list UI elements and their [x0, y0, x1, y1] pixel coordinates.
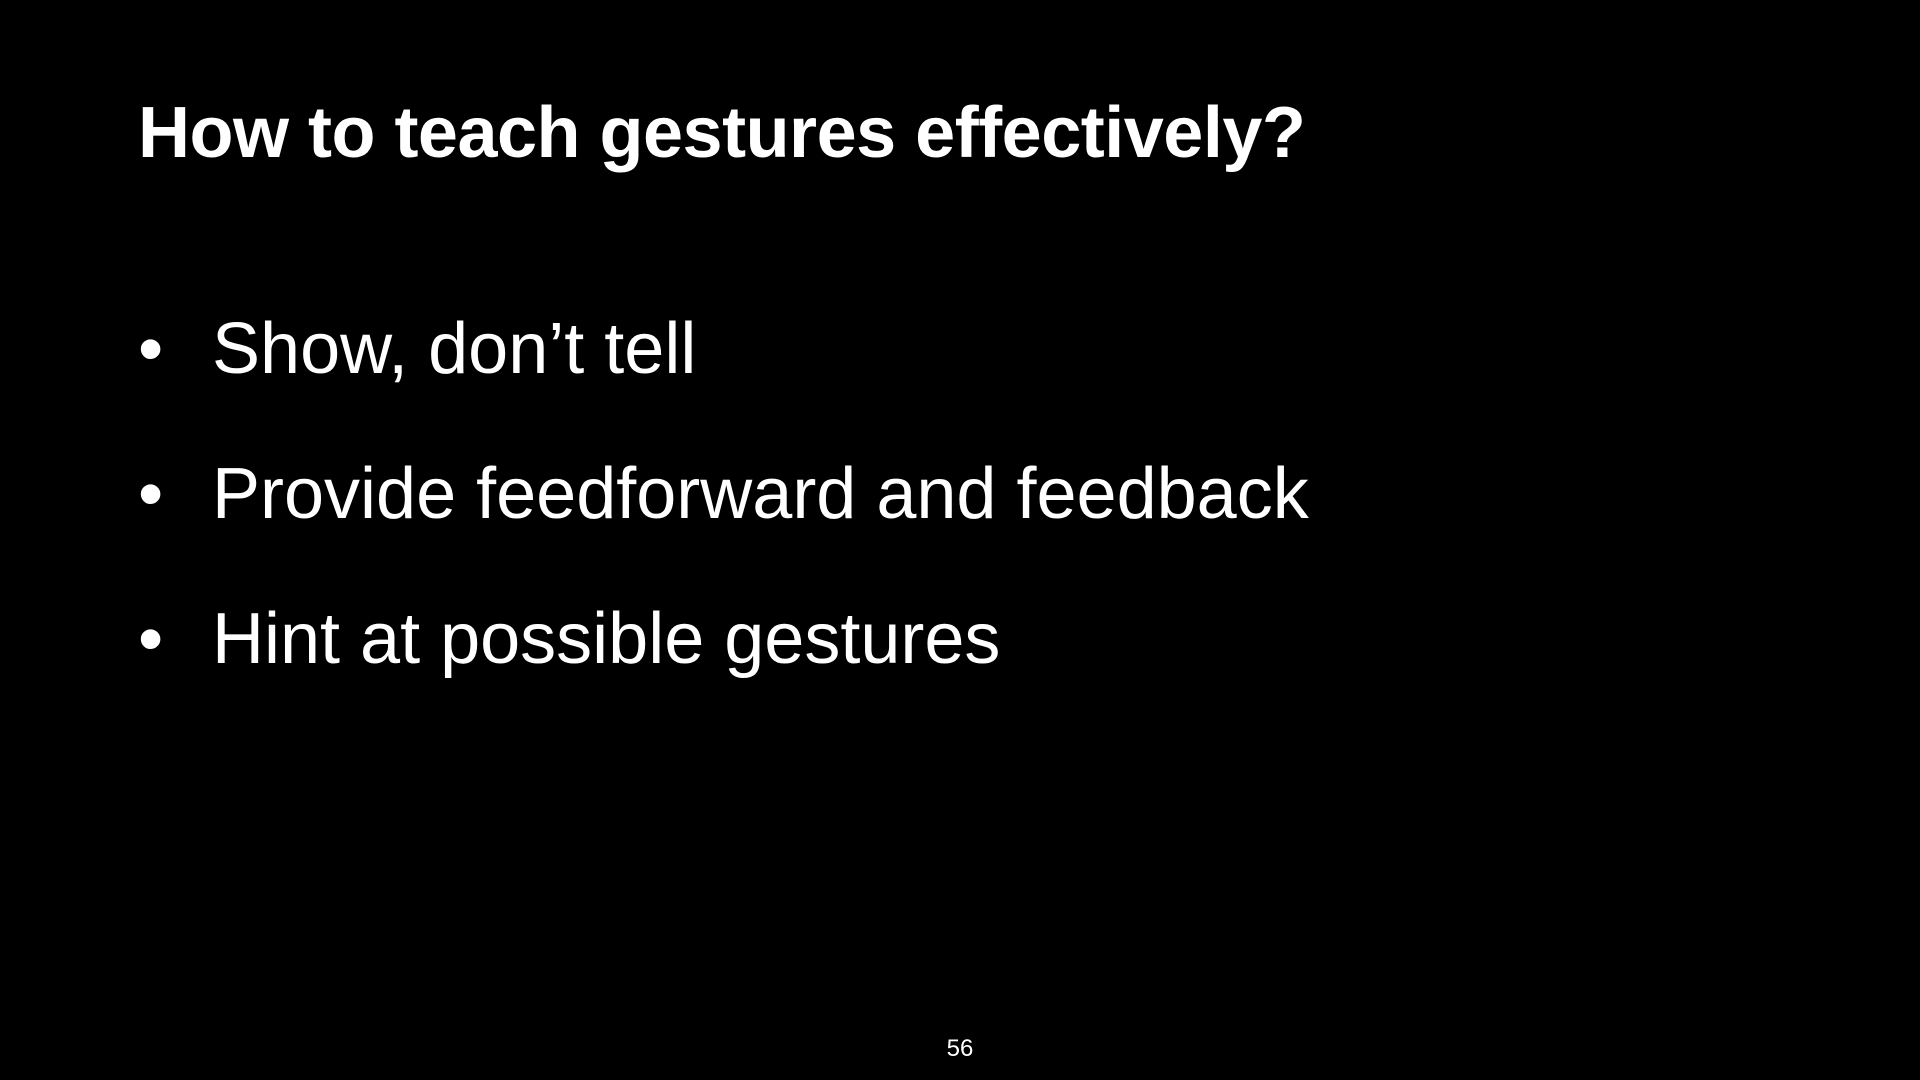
bullet-item-show-dont-tell: • Show, don’t tell — [138, 308, 1309, 453]
bullet-text: Hint at possible gestures — [212, 599, 1001, 679]
slide-title: How to teach gestures effectively? — [138, 93, 1306, 173]
page-number: 56 — [946, 1035, 974, 1062]
bullet-marker: • — [138, 309, 164, 389]
bullet-marker: • — [138, 454, 164, 534]
bullet-text: Show, don’t tell — [212, 309, 697, 389]
bullet-list: • Show, don’t tell • Provide feedforward… — [138, 308, 1309, 743]
bullet-item-feedforward-feedback: • Provide feedforward and feedback — [138, 453, 1309, 598]
bullet-text: Provide feedforward and feedback — [212, 454, 1309, 534]
bullet-item-hint-gestures: • Hint at possible gestures — [138, 598, 1309, 743]
slide: How to teach gestures effectively? • Sho… — [0, 0, 1920, 1080]
bullet-marker: • — [138, 599, 164, 679]
